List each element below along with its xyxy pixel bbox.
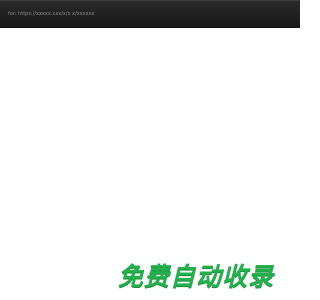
top-bar-inner: for: https://xxxxx.xxx/x/x x/xxxxxx: [0, 1, 300, 27]
top-bar: for: https://xxxxx.xxx/x/x x/xxxxxx: [0, 0, 300, 28]
page: for: https://xxxxx.xxx/x/x x/xxxxxx 免费自动…: [0, 0, 300, 300]
free-indexing-banner[interactable]: 免费自动收录: [118, 262, 300, 294]
banner-text: 免费自动收录: [118, 262, 275, 291]
top-bar-text: for: https://xxxxx.xxx/x/x x/xxxxxx: [8, 11, 95, 17]
